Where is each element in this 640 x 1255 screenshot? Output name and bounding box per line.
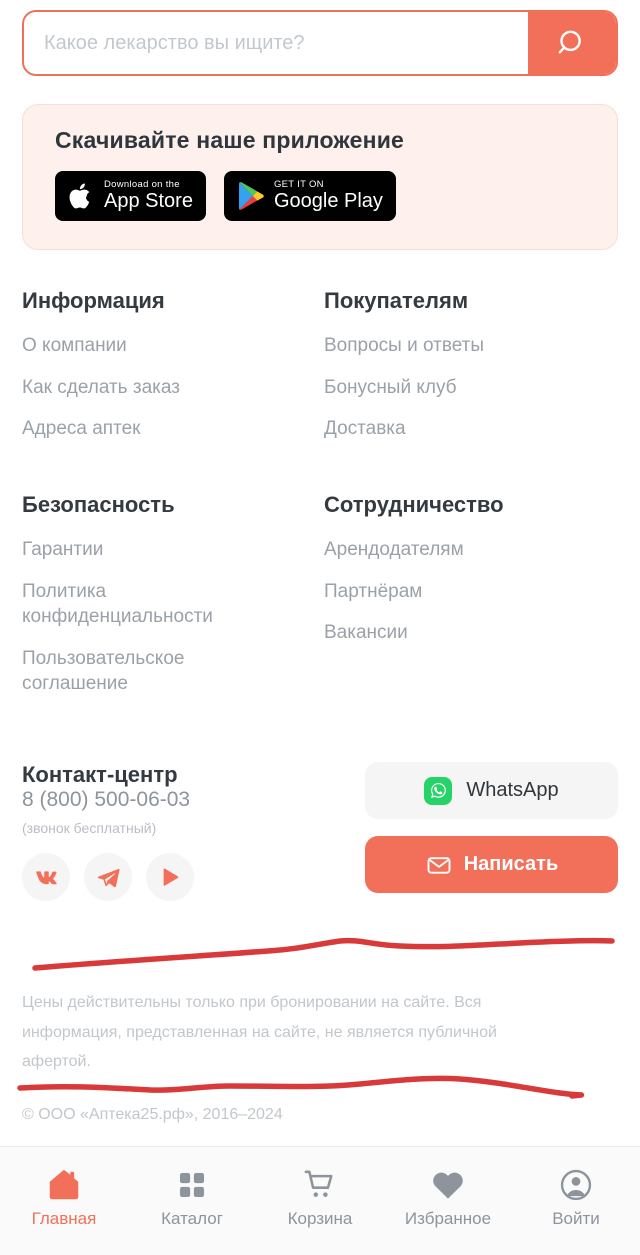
footer-column-bezopasnost: Безопасность Гарантии Политика конфиденц…: [22, 492, 324, 713]
footer-link[interactable]: Как сделать заказ: [22, 375, 272, 401]
telegram-icon: [97, 868, 120, 887]
google-play-badge[interactable]: GET IT ON Google Play: [223, 171, 396, 221]
footer-column-title: Покупателям: [324, 288, 469, 313]
footer-link[interactable]: Гарантии: [22, 537, 272, 563]
nav-item-home[interactable]: Главная: [0, 1147, 128, 1255]
nav-item-cart[interactable]: Корзина: [256, 1147, 384, 1255]
grid-icon: [176, 1165, 208, 1205]
nav-label: Избранное: [404, 1209, 492, 1228]
app-store-badge-bottom: App Store: [104, 189, 193, 212]
footer-link[interactable]: Вакансии: [324, 620, 574, 646]
apple-logo-icon: [69, 183, 90, 208]
store-badges: Download on the App Store GET IT ON Goog…: [55, 171, 587, 221]
footer-column-sotrudnichestvo: Сотрудничество Арендодателям Партнёрам В…: [324, 492, 618, 713]
app-store-badge-text: Download on the App Store: [104, 180, 193, 212]
nav-item-favorites[interactable]: Избранное: [384, 1147, 512, 1255]
search-icon: [558, 30, 581, 54]
nav-label: Войти: [552, 1209, 600, 1228]
whatsapp-button-label: WhatsApp: [466, 779, 559, 801]
user-circle-icon: [558, 1165, 594, 1205]
footer-link[interactable]: Партнёрам: [324, 579, 574, 605]
youtube-play-icon: [163, 868, 179, 886]
page-root: Скачивайте наше приложение Download on t…: [0, 0, 640, 1255]
contact-center-section: Контакт-центр 8 (800) 500-06-03 (звонок …: [22, 762, 618, 901]
social-link-youtube[interactable]: [146, 853, 194, 901]
search-input[interactable]: [24, 12, 528, 74]
contact-info: Контакт-центр 8 (800) 500-06-03 (звонок …: [22, 762, 312, 901]
contact-free-call-note: (звонок бесплатный): [22, 820, 157, 836]
app-store-badge[interactable]: Download on the App Store: [55, 171, 206, 221]
nav-label: Каталог: [161, 1209, 223, 1228]
social-link-vk[interactable]: [22, 853, 70, 901]
nav-label: Корзина: [287, 1209, 353, 1228]
price-disclaimer: Цены действительны только при бронирован…: [22, 994, 497, 1071]
google-play-icon: [238, 182, 264, 210]
footer-column-informaciya: Информация О компании Как сделать заказ …: [22, 288, 324, 458]
google-play-badge-text: GET IT ON Google Play: [274, 180, 383, 212]
cart-icon: [302, 1165, 338, 1205]
footer-column-title: Безопасность: [22, 491, 175, 517]
heart-icon: [430, 1165, 466, 1205]
footer-link[interactable]: Вопросы и ответы: [324, 333, 574, 359]
footer-link[interactable]: О компании: [22, 333, 272, 359]
whatsapp-button[interactable]: WhatsApp: [365, 762, 618, 819]
contact-phone-link[interactable]: 8 (800) 500-06-03: [22, 788, 190, 811]
home-icon: [45, 1165, 83, 1205]
vk-icon: [35, 870, 57, 884]
copyright-text: © ООО «Аптека25.рф», 2016–2024: [22, 1106, 283, 1123]
nav-label: Главная: [31, 1209, 97, 1228]
app-store-badge-top: Download on the: [104, 179, 180, 191]
footer-link[interactable]: Арендодателям: [324, 537, 574, 563]
search-bar: [22, 10, 618, 76]
google-play-badge-top: GET IT ON: [273, 179, 324, 191]
bottom-navigation-bar: Главная Каталог Корзина Избранное Войти: [0, 1146, 640, 1255]
footer-link[interactable]: Политика конфиденциальности: [22, 579, 272, 630]
write-button-label: Написать: [463, 853, 559, 875]
footer-column-title: Информация: [22, 288, 165, 313]
footer-link[interactable]: Пользовательское соглашение: [22, 646, 272, 697]
footer-link[interactable]: Адреса аптек: [22, 416, 272, 442]
footer-link-columns: Информация О компании Как сделать заказ …: [22, 288, 618, 713]
contact-center-title: Контакт-центр: [22, 762, 178, 787]
footer-link[interactable]: Бонусный клуб: [324, 375, 574, 401]
nav-item-catalog[interactable]: Каталог: [128, 1147, 256, 1255]
app-download-banner: Скачивайте наше приложение Download on t…: [22, 104, 618, 250]
social-links: [22, 853, 312, 901]
search-button[interactable]: [528, 12, 616, 74]
social-link-telegram[interactable]: [84, 853, 132, 901]
footer-link[interactable]: Доставка: [324, 416, 574, 442]
footer-column-title: Сотрудничество: [324, 491, 504, 517]
write-button[interactable]: Написать: [365, 836, 618, 893]
app-banner-title: Скачивайте наше приложение: [55, 127, 405, 153]
contact-buttons: WhatsApp Написать: [365, 762, 618, 901]
envelope-icon: [427, 856, 451, 874]
whatsapp-icon: [424, 776, 453, 805]
footer-column-pokupatelyam: Покупателям Вопросы и ответы Бонусный кл…: [324, 288, 618, 458]
nav-item-login[interactable]: Войти: [512, 1147, 640, 1255]
google-play-badge-bottom: Google Play: [273, 189, 383, 212]
